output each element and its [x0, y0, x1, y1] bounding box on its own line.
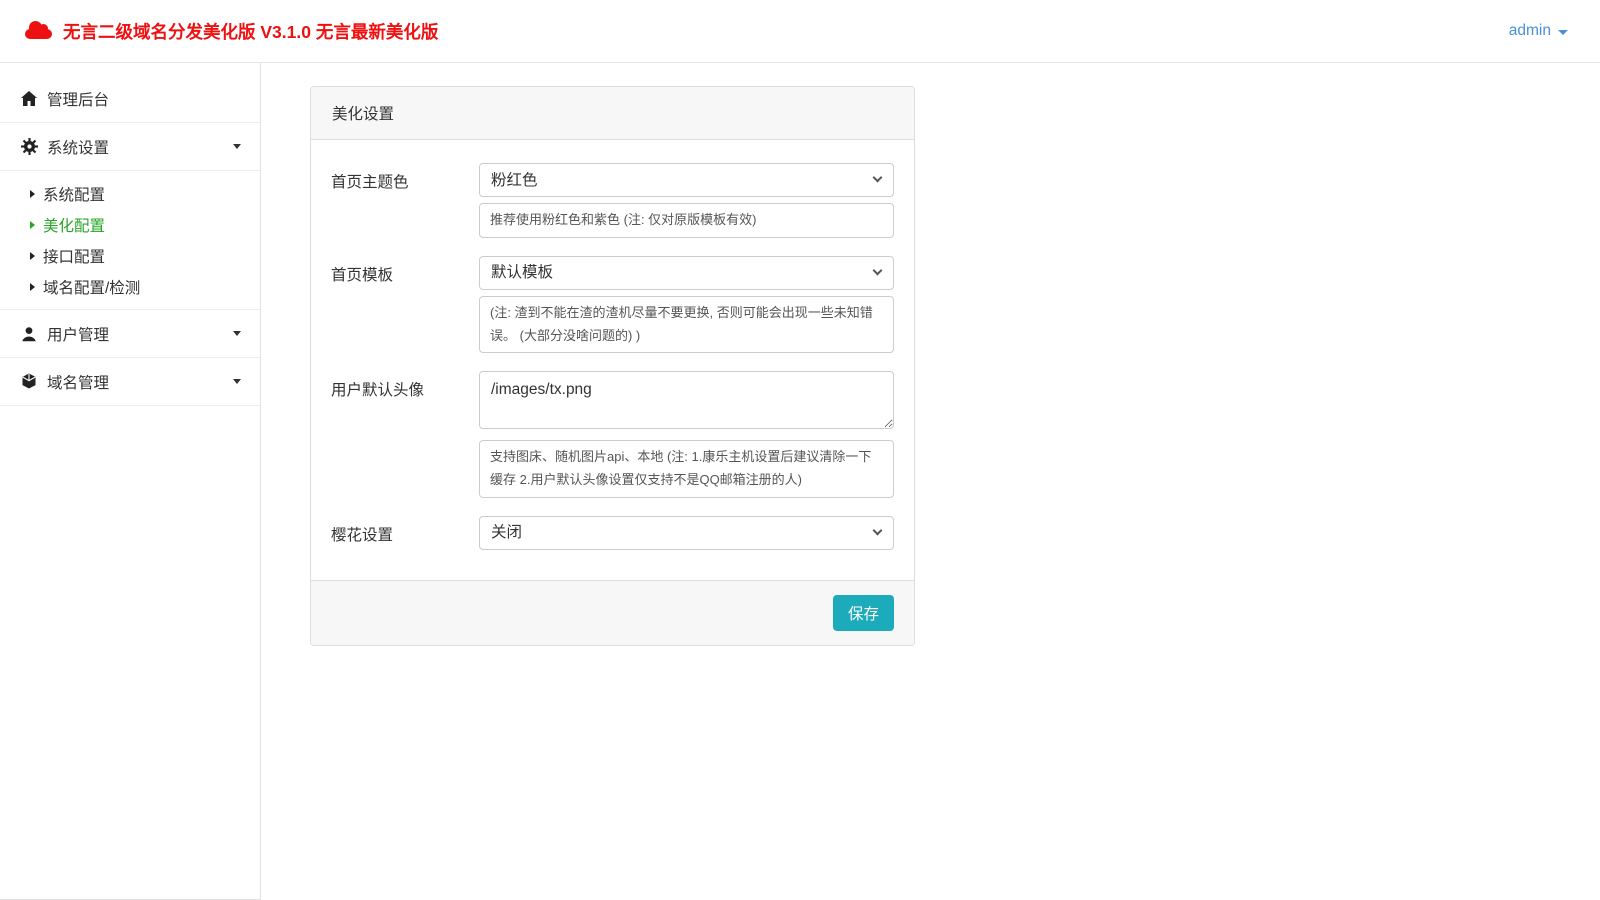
sidebar-subitem-label: 美化配置	[43, 214, 105, 236]
panel-title: 美化设置	[311, 87, 914, 140]
sidebar-item-label: 用户管理	[47, 323, 109, 345]
cloud-icon	[25, 29, 52, 39]
sidebar-subitem-beautify-config[interactable]: 美化配置	[0, 209, 260, 240]
sidebar-subitem-api-config[interactable]: 接口配置	[0, 240, 260, 271]
sidebar-subitem-domain-config-check[interactable]: 域名配置/检测	[0, 271, 260, 302]
sidebar-item-system-settings[interactable]: 系统设置	[0, 123, 260, 171]
chevron-down-icon	[233, 331, 241, 336]
sidebar-item-domain-management[interactable]: 域名管理	[0, 358, 260, 406]
theme-color-select[interactable]: 粉红色	[479, 163, 894, 197]
chevron-down-icon	[233, 144, 241, 149]
theme-color-select-wrap: 粉红色	[479, 163, 894, 197]
sidebar-subitem-label: 接口配置	[43, 245, 105, 267]
form-row-theme-color: 首页主题色 粉红色 推荐使用粉红色和紫色 (注: 仅对原版模板有效)	[331, 163, 894, 238]
sidebar: 管理后台 系统设置 系统配置 美化配置 接口配置	[0, 63, 261, 900]
home-icon	[20, 90, 38, 107]
panel-footer: 保存	[311, 580, 914, 645]
sakura-select[interactable]: 关闭	[479, 516, 894, 550]
field-control: 粉红色 推荐使用粉红色和紫色 (注: 仅对原版模板有效)	[479, 163, 894, 238]
page-layout: 管理后台 系统设置 系统配置 美化配置 接口配置	[0, 63, 1600, 900]
username: admin	[1509, 22, 1551, 40]
sidebar-subitem-system-config[interactable]: 系统配置	[0, 178, 260, 209]
sidebar-item-user-management[interactable]: 用户管理	[0, 310, 260, 358]
form-row-sakura: 樱花设置 关闭	[331, 516, 894, 550]
field-label: 首页模板	[331, 256, 479, 354]
panel-body: 首页主题色 粉红色 推荐使用粉红色和紫色 (注: 仅对原版模板有效) 首页模板	[311, 140, 914, 580]
caret-right-icon	[30, 221, 35, 229]
sidebar-item-label: 系统设置	[47, 136, 109, 158]
main-content: 美化设置 首页主题色 粉红色 推荐使用粉红色和紫色 (注: 仅对原版模板有效)	[261, 63, 1600, 900]
field-label: 樱花设置	[331, 516, 479, 550]
brand[interactable]: 无言二级域名分发美化版 V3.1.0 无言最新美化版	[25, 19, 438, 44]
sidebar-subitem-label: 系统配置	[43, 183, 105, 205]
cube-icon	[20, 373, 38, 390]
caret-right-icon	[30, 283, 35, 291]
caret-right-icon	[30, 190, 35, 198]
default-avatar-help: 支持图床、随机图片api、本地 (注: 1.康乐主机设置后建议清除一下缓存 2.…	[479, 440, 894, 498]
sakura-select-wrap: 关闭	[479, 516, 894, 550]
field-label: 用户默认头像	[331, 371, 479, 498]
field-control: /images/tx.png 支持图床、随机图片api、本地 (注: 1.康乐主…	[479, 371, 894, 498]
brand-title: 无言二级域名分发美化版 V3.1.0 无言最新美化版	[63, 19, 438, 44]
user-dropdown[interactable]: admin	[1509, 22, 1568, 40]
system-settings-submenu: 系统配置 美化配置 接口配置 域名配置/检测	[0, 171, 260, 310]
save-button[interactable]: 保存	[833, 595, 894, 631]
gear-icon	[20, 138, 38, 155]
beautify-settings-panel: 美化设置 首页主题色 粉红色 推荐使用粉红色和紫色 (注: 仅对原版模板有效)	[310, 86, 915, 646]
home-template-select[interactable]: 默认模板	[479, 256, 894, 290]
field-control: 默认模板 (注: 渣到不能在渣的渣机尽量不要更换, 否则可能会出现一些未知错误。…	[479, 256, 894, 354]
home-template-help: (注: 渣到不能在渣的渣机尽量不要更换, 否则可能会出现一些未知错误。 (大部分…	[479, 296, 894, 354]
top-navbar: 无言二级域名分发美化版 V3.1.0 无言最新美化版 admin	[0, 0, 1600, 63]
sidebar-item-admin-home[interactable]: 管理后台	[0, 75, 260, 123]
default-avatar-input[interactable]: /images/tx.png	[479, 371, 894, 429]
field-label: 首页主题色	[331, 163, 479, 238]
user-icon	[20, 325, 38, 342]
sidebar-item-label: 管理后台	[47, 88, 109, 110]
form-row-home-template: 首页模板 默认模板 (注: 渣到不能在渣的渣机尽量不要更换, 否则可能会出现一些…	[331, 256, 894, 354]
chevron-down-icon	[233, 379, 241, 384]
sidebar-item-label: 域名管理	[47, 371, 109, 393]
sidebar-subitem-label: 域名配置/检测	[43, 276, 140, 298]
field-control: 关闭	[479, 516, 894, 550]
form-row-default-avatar: 用户默认头像 /images/tx.png 支持图床、随机图片api、本地 (注…	[331, 371, 894, 498]
theme-color-help: 推荐使用粉红色和紫色 (注: 仅对原版模板有效)	[479, 203, 894, 238]
chevron-down-icon	[1558, 30, 1568, 35]
caret-right-icon	[30, 252, 35, 260]
home-template-select-wrap: 默认模板	[479, 256, 894, 290]
